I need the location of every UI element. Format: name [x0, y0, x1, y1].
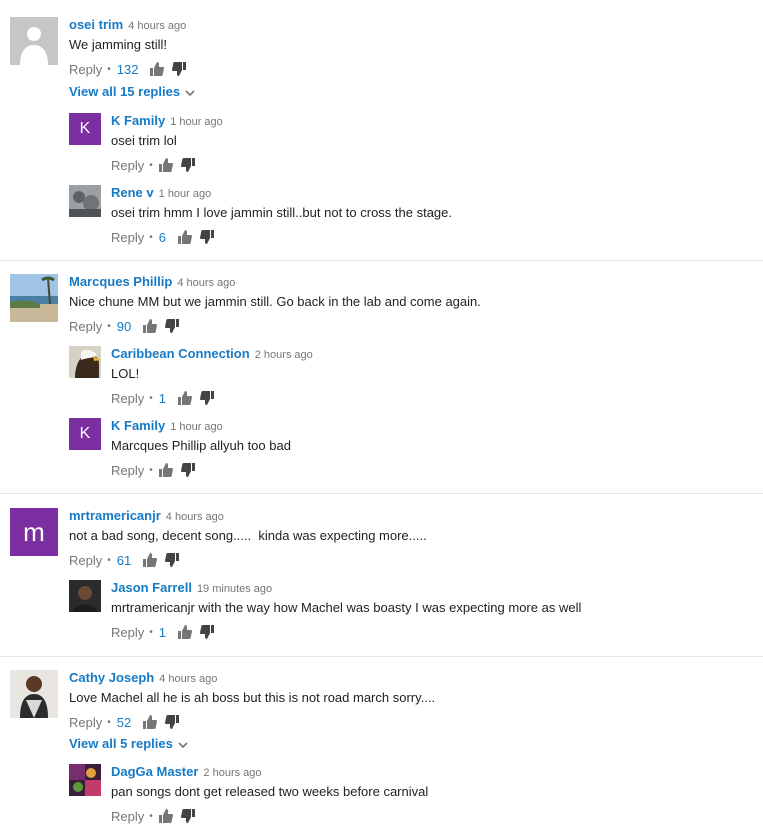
comment-author[interactable]: Cathy Joseph	[69, 670, 154, 685]
view-replies-label: View all 5 replies	[69, 736, 173, 751]
thumbs-down-icon[interactable]	[180, 463, 195, 477]
avatar-k-family[interactable]: K	[69, 418, 101, 450]
thumbs-down-icon[interactable]	[180, 809, 195, 823]
comment-time[interactable]: 2 hours ago	[203, 767, 261, 779]
reply-button[interactable]: Reply	[111, 463, 144, 478]
separator-dot: •	[107, 716, 111, 728]
thumbs-down-icon[interactable]	[165, 553, 180, 567]
view-replies-link[interactable]: View all 5 replies	[69, 736, 188, 752]
comment-text: pan songs dont get released two weeks be…	[111, 784, 429, 799]
like-count: 90	[116, 318, 132, 334]
avatar-cathy-joseph[interactable]	[10, 670, 58, 718]
chevron-down-icon	[185, 88, 195, 98]
comment-author[interactable]: Jason Farrell	[111, 580, 192, 595]
comment-author[interactable]: DagGa Master	[111, 764, 198, 779]
separator-dot: •	[107, 320, 111, 332]
comment-author[interactable]: Caribbean Connection	[111, 346, 250, 361]
separator-dot: •	[149, 392, 153, 404]
reply-button[interactable]: Reply	[69, 715, 102, 730]
chevron-down-icon	[178, 740, 188, 750]
avatar-jason-farrell[interactable]	[69, 580, 101, 612]
thumbs-up-icon[interactable]	[143, 319, 158, 333]
reply-button[interactable]: Reply	[111, 391, 144, 406]
comment-text: Nice chune MM but we jammin still. Go ba…	[69, 294, 481, 309]
comment-author[interactable]: K Family	[111, 113, 165, 128]
separator-dot: •	[107, 554, 111, 566]
thumbs-up-icon[interactable]	[143, 553, 158, 567]
comment-author[interactable]: K Family	[111, 418, 165, 433]
thumbs-up-icon[interactable]	[158, 463, 173, 477]
comment-author[interactable]: mrtramericanjr	[69, 508, 161, 523]
comment-text: We jamming still!	[69, 37, 168, 52]
like-count: 1	[158, 390, 166, 406]
separator-dot: •	[149, 626, 153, 638]
comment-text: mrtramericanjr with the way how Machel w…	[111, 600, 582, 615]
comment-text: Marcques Phillip allyuh too bad	[111, 438, 291, 453]
avatar-letter: K	[79, 425, 91, 442]
thread-divider	[0, 493, 763, 494]
separator-dot: •	[149, 231, 153, 243]
avatar-rene-v[interactable]	[69, 185, 101, 217]
comment-text: osei trim hmm I love jammin still..but n…	[111, 205, 453, 220]
like-count: 1	[158, 624, 166, 640]
like-count: 52	[116, 714, 132, 730]
comment-text: osei trim lol	[111, 133, 177, 148]
avatar-letter: K	[79, 120, 91, 137]
thumbs-up-icon[interactable]	[178, 625, 192, 639]
comment-time[interactable]: 1 hour ago	[159, 188, 212, 200]
comment-author[interactable]: Marcques Phillip	[69, 274, 172, 289]
comment-time[interactable]: 2 hours ago	[255, 349, 313, 361]
like-count: 61	[116, 552, 132, 568]
thumbs-down-icon[interactable]	[172, 62, 187, 76]
separator-dot: •	[149, 810, 153, 822]
avatar-default-user[interactable]	[10, 17, 58, 65]
reply-button[interactable]: Reply	[111, 230, 144, 245]
reply-button[interactable]: Reply	[69, 62, 102, 77]
comment-time[interactable]: 1 hour ago	[170, 421, 223, 433]
avatar-dagga-master[interactable]	[69, 764, 101, 796]
view-replies-link[interactable]: View all 15 replies	[69, 84, 195, 100]
comment-time[interactable]: 4 hours ago	[166, 511, 224, 523]
thumbs-up-icon[interactable]	[158, 158, 173, 172]
avatar-marcques-phillip[interactable]	[10, 274, 58, 322]
like-count: 132	[116, 61, 139, 77]
like-count: 6	[158, 229, 166, 245]
thumbs-up-icon[interactable]	[143, 715, 158, 729]
avatar-k-family[interactable]: K	[69, 113, 101, 145]
comment-text: not a bad song, decent song..... kinda w…	[69, 528, 427, 543]
comment-time[interactable]: 19 minutes ago	[197, 583, 272, 595]
avatar-letter: m	[23, 516, 45, 547]
thumbs-down-icon[interactable]	[200, 625, 214, 639]
comment-time[interactable]: 4 hours ago	[177, 277, 235, 289]
comment-time[interactable]: 4 hours ago	[159, 673, 217, 685]
thumbs-up-icon[interactable]	[158, 809, 173, 823]
thumbs-down-icon[interactable]	[180, 158, 195, 172]
separator-dot: •	[149, 159, 153, 171]
avatar-caribbean-connection[interactable]	[69, 346, 101, 378]
reply-button[interactable]: Reply	[111, 158, 144, 173]
thumbs-up-icon[interactable]	[178, 230, 192, 244]
comment-author[interactable]: Rene v	[111, 185, 154, 200]
comment-text: LOL!	[111, 366, 140, 381]
thumbs-down-icon[interactable]	[200, 230, 214, 244]
comment-time[interactable]: 4 hours ago	[128, 20, 186, 32]
thread-divider	[0, 260, 763, 261]
thumbs-down-icon[interactable]	[200, 391, 214, 405]
view-replies-label: View all 15 replies	[69, 84, 181, 99]
comment-text: Love Machel all he is ah boss but this i…	[69, 690, 436, 705]
separator-dot: •	[107, 63, 111, 75]
comment-time[interactable]: 1 hour ago	[170, 116, 223, 128]
reply-button[interactable]: Reply	[69, 319, 102, 334]
thumbs-down-icon[interactable]	[165, 319, 180, 333]
thumbs-up-icon[interactable]	[150, 62, 165, 76]
thumbs-up-icon[interactable]	[178, 391, 192, 405]
separator-dot: •	[149, 464, 153, 476]
thumbs-down-icon[interactable]	[165, 715, 180, 729]
comment-author[interactable]: osei trim	[69, 17, 123, 32]
avatar-mrtramericanjr[interactable]: m	[10, 508, 58, 556]
reply-button[interactable]: Reply	[69, 553, 102, 568]
thread-divider	[0, 656, 763, 657]
reply-button[interactable]: Reply	[111, 625, 144, 640]
